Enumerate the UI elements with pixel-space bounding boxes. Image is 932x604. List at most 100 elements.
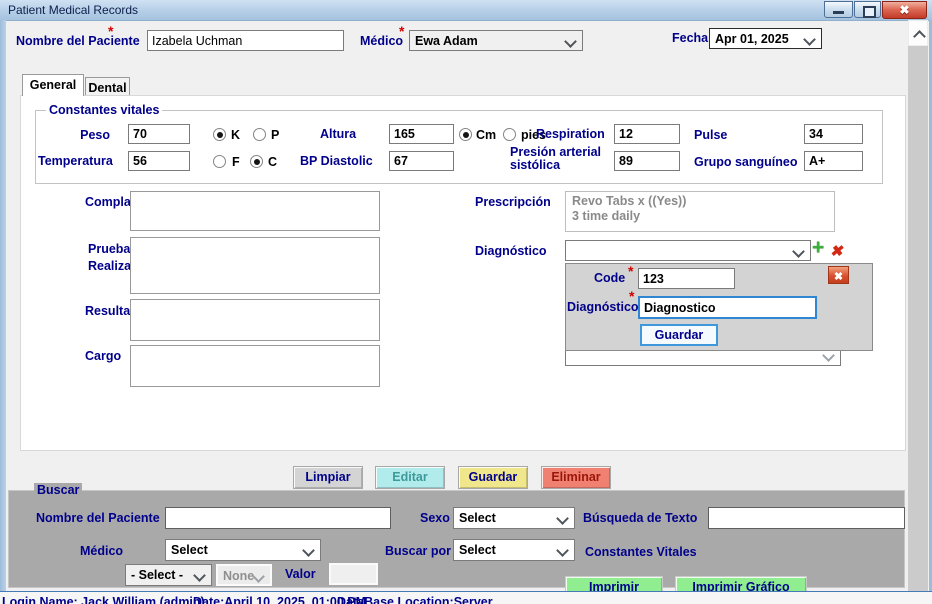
chevron-down-icon bbox=[556, 512, 569, 525]
chevron-down-icon bbox=[556, 544, 569, 557]
chevron-down-icon bbox=[302, 544, 315, 557]
maximize-button[interactable] bbox=[854, 1, 881, 18]
vitals-group-title: Constantes vitales bbox=[46, 103, 162, 117]
resultados-textarea[interactable] bbox=[130, 299, 380, 341]
unidad-select[interactable]: None bbox=[216, 564, 272, 586]
popup-close-button[interactable]: ✖ bbox=[828, 266, 849, 284]
temp-unit-f-label: F bbox=[232, 155, 240, 169]
buscar-por-select[interactable]: Select bbox=[453, 539, 575, 561]
required-asterisk: * bbox=[399, 26, 404, 36]
minimize-icon bbox=[833, 11, 844, 14]
diagnostico-label: Diagnóstico bbox=[475, 244, 547, 258]
eliminar-button[interactable]: Eliminar bbox=[541, 466, 611, 489]
chevron-down-icon bbox=[564, 35, 577, 48]
unidad-select-value: None bbox=[223, 569, 254, 583]
tab-general[interactable]: General bbox=[22, 74, 84, 96]
peso-unit-p-label: P bbox=[271, 128, 279, 142]
guardar-button[interactable]: Guardar bbox=[458, 466, 528, 489]
app-window: Patient Medical Records ✖ Nombre del Pac… bbox=[0, 0, 932, 604]
valor-input[interactable] bbox=[329, 563, 378, 585]
respiration-input[interactable] bbox=[614, 124, 680, 144]
maximize-icon bbox=[863, 6, 876, 18]
sexo-label: Sexo bbox=[420, 511, 450, 525]
fecha-label: Fecha bbox=[672, 31, 708, 45]
diagnostico-select[interactable] bbox=[565, 240, 811, 261]
temperatura-label: Temperatura bbox=[38, 154, 113, 168]
peso-unit-p-radio[interactable] bbox=[253, 128, 266, 141]
temp-unit-f-radio[interactable] bbox=[213, 155, 226, 168]
cargo-textarea[interactable] bbox=[130, 345, 380, 387]
prescripcion-box[interactable]: Revo Tabs x ((Yes)) 3 time daily bbox=[565, 191, 835, 232]
chevron-down-icon bbox=[193, 569, 206, 582]
delete-diagnostico-icon[interactable]: ✖ bbox=[830, 242, 847, 259]
peso-unit-k-label: K bbox=[231, 128, 240, 142]
tab-dental[interactable]: Dental bbox=[85, 77, 130, 96]
window-close-icon: ✖ bbox=[883, 3, 926, 17]
temp-unit-c-radio[interactable] bbox=[250, 155, 263, 168]
editar-button[interactable]: Editar bbox=[375, 466, 445, 489]
criterio-select-value: - Select - bbox=[131, 568, 183, 582]
required-asterisk: * bbox=[629, 291, 634, 301]
busqueda-texto-input[interactable] bbox=[708, 507, 905, 529]
altura-input[interactable] bbox=[389, 124, 454, 144]
altura-label: Altura bbox=[320, 127, 356, 141]
grupo-sanguineo-input[interactable] bbox=[804, 151, 863, 171]
scroll-up-button[interactable] bbox=[908, 20, 928, 46]
temperatura-input[interactable] bbox=[128, 151, 190, 171]
buscar-nombre-label: Nombre del Paciente bbox=[36, 511, 160, 525]
prescripcion-label: Prescripción bbox=[475, 195, 551, 209]
minimize-button[interactable] bbox=[824, 1, 853, 18]
status-login: Login Name: Jack William (admin) bbox=[2, 595, 205, 604]
criterio-select[interactable]: - Select - bbox=[125, 564, 212, 586]
buscar-medico-select-value: Select bbox=[171, 543, 208, 557]
busqueda-texto-label: Búsqueda de Texto bbox=[583, 511, 697, 525]
pulse-input[interactable] bbox=[804, 124, 863, 144]
medico-select[interactable]: Ewa Adam bbox=[409, 30, 583, 51]
limpiar-button[interactable]: Limpiar bbox=[293, 466, 363, 489]
required-asterisk: * bbox=[628, 266, 633, 276]
altura-unit-pies-radio[interactable] bbox=[503, 128, 516, 141]
fecha-datepicker[interactable]: Apr 01, 2025 bbox=[709, 28, 822, 49]
bp-diastolic-input[interactable] bbox=[389, 151, 454, 171]
add-diagnostico-icon[interactable]: + bbox=[812, 240, 829, 257]
popup-guardar-button[interactable]: Guardar bbox=[640, 324, 718, 346]
chevron-down-icon bbox=[803, 33, 816, 46]
altura-unit-cm-label: Cm bbox=[476, 128, 496, 142]
scrollbar-thumb[interactable] bbox=[908, 46, 928, 592]
window-close-button[interactable]: ✖ bbox=[882, 1, 927, 19]
bp-diastolic-label: BP Diastolic bbox=[300, 154, 373, 168]
fecha-value: Apr 01, 2025 bbox=[715, 32, 789, 46]
vitals-groupbox: Constantes vitales bbox=[35, 110, 883, 184]
chevron-down-icon bbox=[792, 245, 805, 258]
code-label: Code bbox=[594, 271, 625, 285]
grupo-sanguineo-label: Grupo sanguíneo bbox=[694, 155, 797, 169]
patient-name-input[interactable] bbox=[147, 30, 344, 51]
presion-sistolica-input[interactable] bbox=[614, 151, 680, 171]
status-bar: Login Name: Jack William (admin) Date:Ap… bbox=[0, 591, 932, 604]
popup-diagnostico-input[interactable] bbox=[638, 296, 817, 319]
prueba-realizada-textarea[interactable] bbox=[130, 237, 380, 294]
status-database: DataBase Location:Server bbox=[337, 595, 493, 604]
scroll-up-icon bbox=[913, 30, 926, 43]
popup-diagnostico-label: Diagnóstico bbox=[567, 300, 639, 314]
code-input[interactable] bbox=[638, 268, 735, 289]
sexo-select-value: Select bbox=[459, 511, 496, 525]
window-title: Patient Medical Records bbox=[8, 3, 138, 17]
buscar-por-select-value: Select bbox=[459, 543, 496, 557]
pulse-label: Pulse bbox=[694, 128, 727, 142]
respiration-label: Respiration bbox=[536, 127, 605, 141]
buscar-nombre-input[interactable] bbox=[165, 507, 391, 529]
title-bar[interactable]: Patient Medical Records bbox=[0, 0, 932, 21]
sexo-select[interactable]: Select bbox=[453, 507, 575, 529]
complaints-textarea[interactable] bbox=[130, 191, 380, 231]
buscar-medico-label: Médico bbox=[80, 544, 123, 558]
buscar-por-label: Buscar por bbox=[385, 544, 451, 558]
valor-label: Valor bbox=[285, 567, 316, 581]
buscar-medico-select[interactable]: Select bbox=[165, 539, 321, 561]
buscar-group-title: Buscar bbox=[34, 483, 82, 497]
medico-label: Médico bbox=[360, 34, 403, 48]
peso-input[interactable] bbox=[128, 124, 190, 144]
peso-unit-k-radio[interactable] bbox=[213, 128, 226, 141]
altura-unit-cm-radio[interactable] bbox=[459, 128, 472, 141]
cargo-label: Cargo bbox=[85, 349, 121, 363]
